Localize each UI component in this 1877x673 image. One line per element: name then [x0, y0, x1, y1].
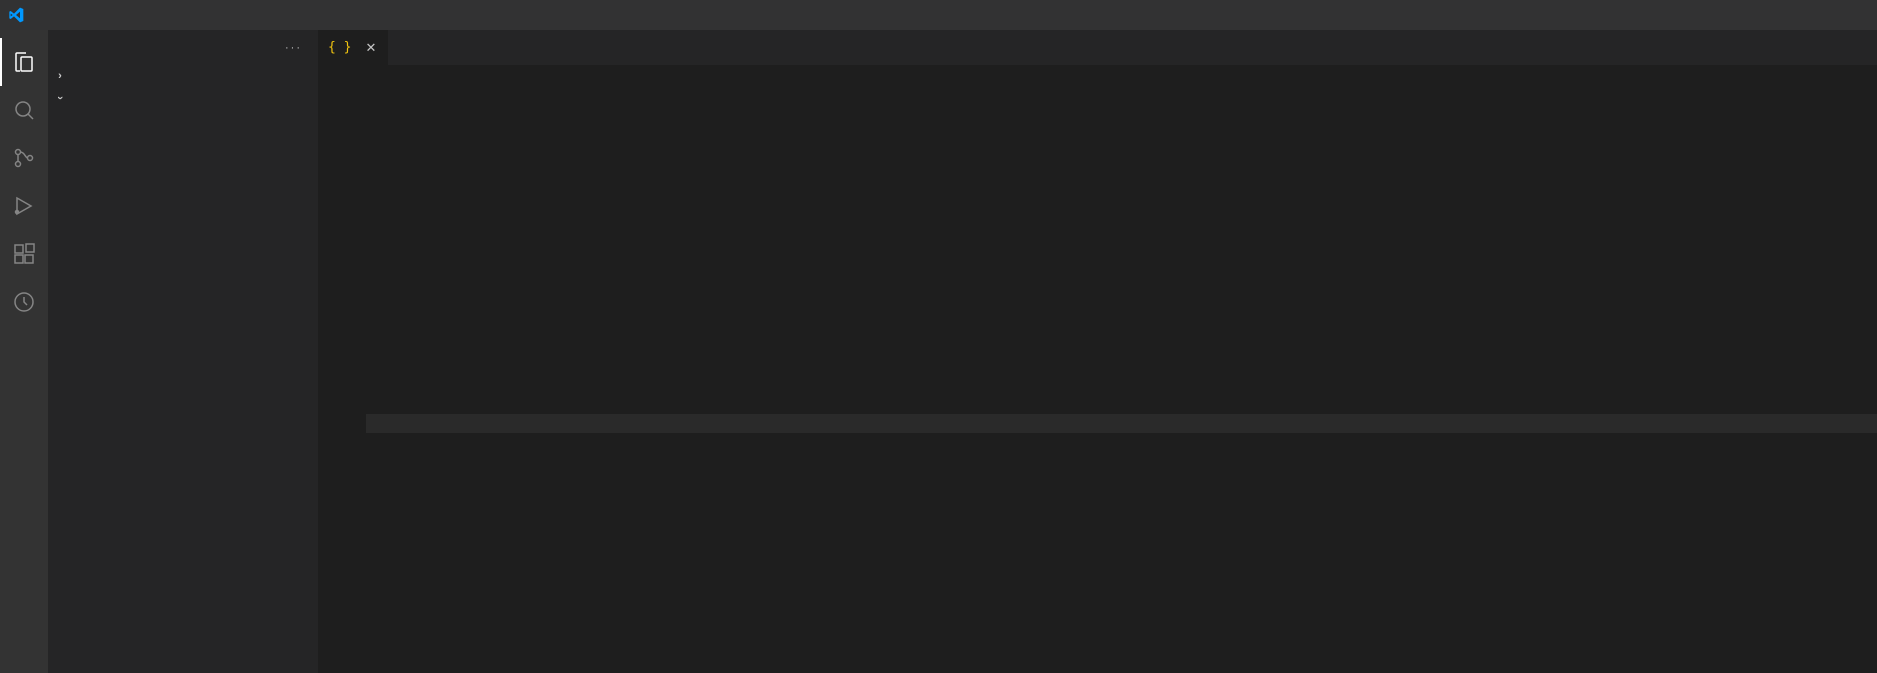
- file-json-icon: { }: [328, 40, 351, 55]
- editor[interactable]: [318, 91, 1877, 673]
- activitybar: [0, 30, 48, 673]
- section-project[interactable]: ›: [48, 87, 318, 109]
- close-icon[interactable]: ✕: [363, 40, 378, 56]
- sidebar-explorer: ··· › ›: [48, 30, 318, 673]
- activity-remote-icon[interactable]: [0, 278, 48, 326]
- code[interactable]: [366, 91, 1877, 673]
- more-icon[interactable]: ···: [285, 42, 302, 54]
- active-line-highlight: [366, 414, 1877, 433]
- tab-credentials-json[interactable]: { } ✕: [318, 30, 389, 65]
- chevron-down-icon: ›: [54, 90, 66, 106]
- breadcrumbs[interactable]: [318, 65, 1877, 91]
- activity-scm-icon[interactable]: [0, 134, 48, 182]
- chevron-right-icon: ›: [52, 70, 68, 82]
- activity-run-icon[interactable]: [0, 182, 48, 230]
- activity-extensions-icon[interactable]: [0, 230, 48, 278]
- editor-area: { } ✕: [318, 30, 1877, 673]
- activity-explorer-icon[interactable]: [0, 38, 48, 86]
- section-open-editors[interactable]: ›: [48, 65, 318, 87]
- gutter: [318, 91, 366, 673]
- titlebar: [0, 0, 1877, 30]
- activity-search-icon[interactable]: [0, 86, 48, 134]
- tabs: { } ✕: [318, 30, 1877, 65]
- sidebar-header: ···: [48, 30, 318, 65]
- vscode-logo-icon: [8, 7, 24, 23]
